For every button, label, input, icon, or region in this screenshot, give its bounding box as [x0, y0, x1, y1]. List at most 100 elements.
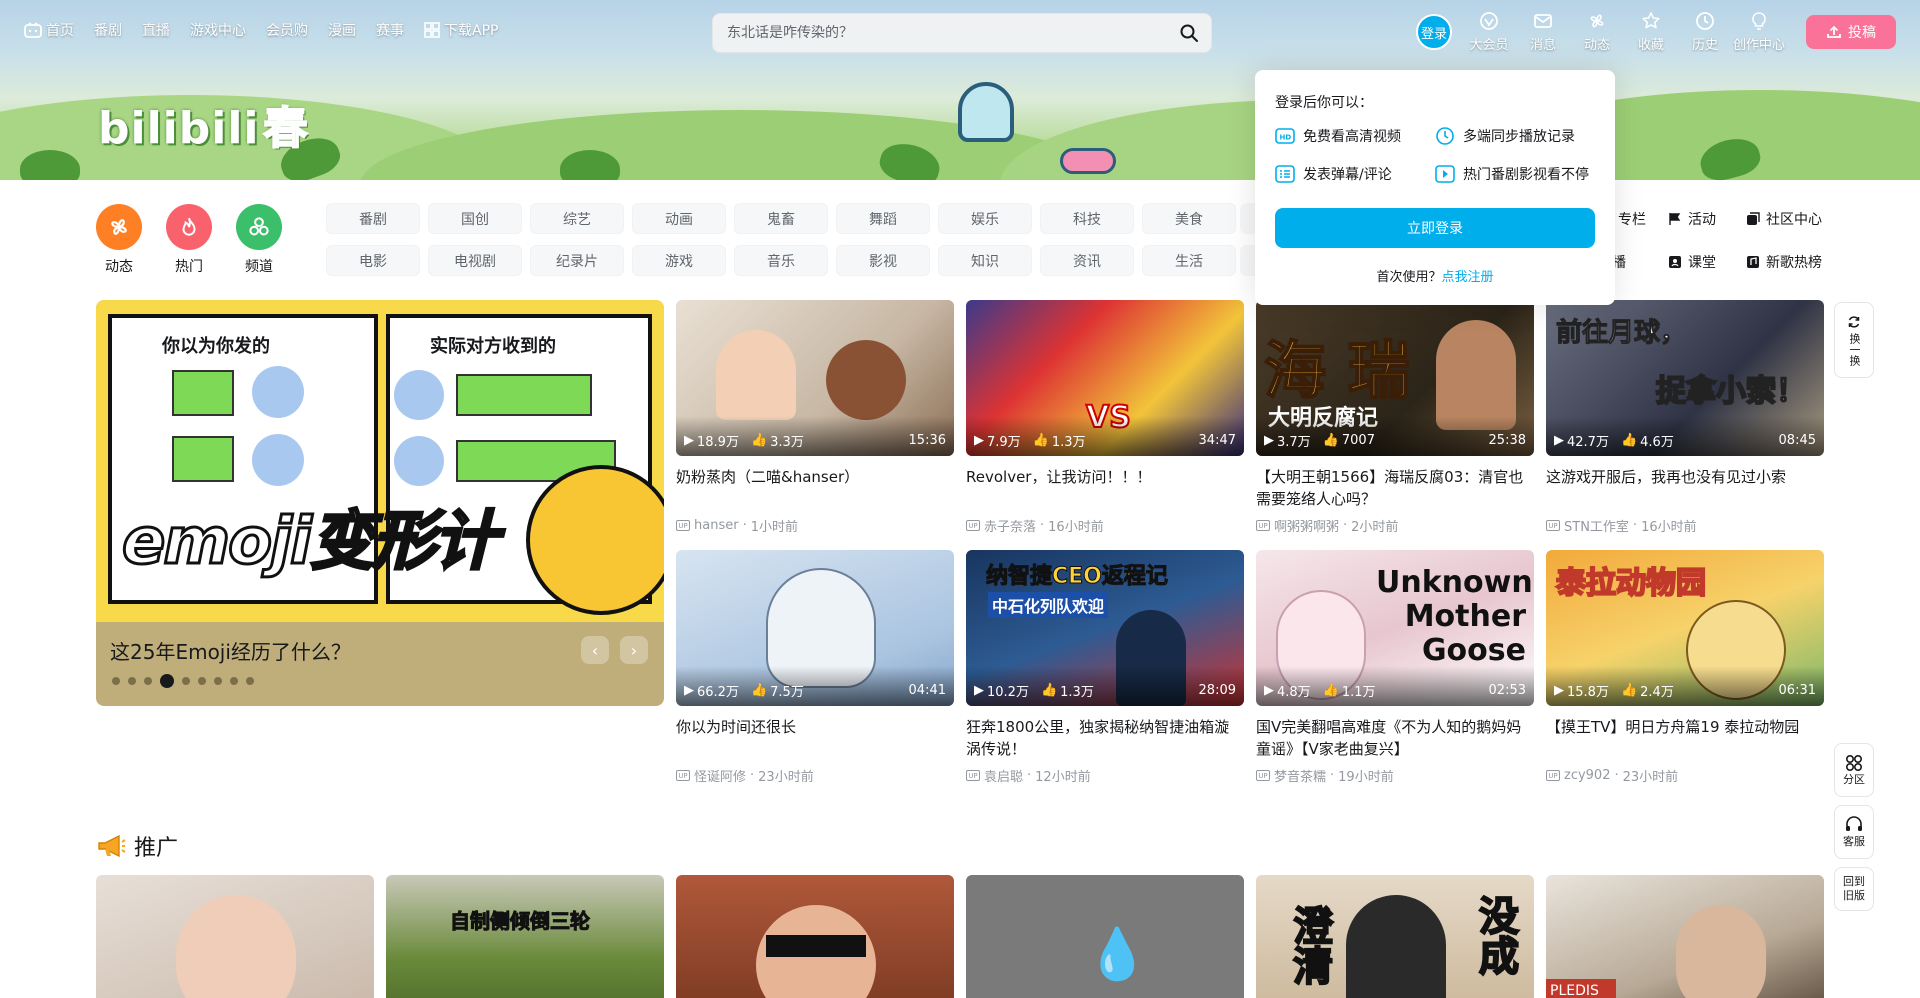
- carousel-dot[interactable]: [246, 677, 254, 685]
- tag-entertainment[interactable]: 娱乐: [938, 203, 1032, 234]
- video-card[interactable]: VS ▶7.9万 👍1.3万 34:47 Revolver，让我访问！！！ UP…: [966, 300, 1244, 535]
- promo-card[interactable]: 澄清 没成: [1256, 875, 1534, 998]
- video-title[interactable]: Revolver，让我访问！！！: [966, 466, 1244, 510]
- video-meta[interactable]: UP STN工作室 · 16小时前: [1546, 516, 1824, 535]
- video-thumbnail[interactable]: Unknown Mother Goose ▶ 4.8万 👍 1.1万 02:53: [1256, 550, 1534, 706]
- video-meta[interactable]: UP 梦音茶糯 · 19小时前: [1256, 766, 1534, 785]
- tag-variety[interactable]: 综艺: [530, 203, 624, 234]
- nav-match[interactable]: 赛事: [376, 20, 404, 40]
- register-link[interactable]: 点我注册: [1442, 270, 1494, 285]
- link-community[interactable]: 社区中心: [1746, 209, 1822, 229]
- popover-login-button[interactable]: 立即登录: [1275, 208, 1595, 248]
- tag-film[interactable]: 影视: [836, 245, 930, 276]
- video-thumbnail[interactable]: 泰拉动物园 ▶ 15.8万 👍 2.4万 06:31: [1546, 550, 1824, 706]
- nav-manga[interactable]: 漫画: [328, 20, 356, 40]
- video-title[interactable]: 奶粉蒸肉（二喵&hanser）: [676, 466, 954, 510]
- video-meta[interactable]: UP zcy902 · 23小时前: [1546, 766, 1824, 785]
- tag-knowledge[interactable]: 知识: [938, 245, 1032, 276]
- video-meta[interactable]: UP 怪诞阿修 · 23小时前: [676, 766, 954, 785]
- link-classroom[interactable]: 课堂: [1668, 252, 1716, 272]
- promo-card[interactable]: 自制侧倾倒三轮: [386, 875, 664, 998]
- customer-service-button[interactable]: 客服: [1834, 805, 1874, 859]
- carousel-dot[interactable]: [182, 677, 190, 685]
- carousel-title[interactable]: 这25年Emoji经历了什么？: [110, 636, 351, 665]
- video-title[interactable]: 国V完美翻唱高难度《不为人知的鹅妈妈童谣》【V家老曲复兴】: [1256, 716, 1534, 760]
- tag-animation[interactable]: 动画: [632, 203, 726, 234]
- refresh-button[interactable]: 换一换: [1834, 302, 1874, 378]
- video-thumbnail[interactable]: 前往月球， 捉拿小索！ ▶ 42.7万 👍 4.6万 08:45: [1546, 300, 1824, 456]
- video-thumbnail[interactable]: 海 瑞 大明反腐记 ▶3.7万 👍7007 25:38: [1256, 300, 1534, 456]
- tag-game[interactable]: 游戏: [632, 245, 726, 276]
- video-meta[interactable]: UP 袁启聪 · 12小时前: [966, 766, 1244, 785]
- tag-news[interactable]: 资讯: [1040, 245, 1134, 276]
- tag-music[interactable]: 音乐: [734, 245, 828, 276]
- channel-hot[interactable]: 热门: [166, 204, 212, 276]
- video-title[interactable]: 狂奔1800公里，独家揭秘纳智捷油箱漩涡传说！: [966, 716, 1244, 760]
- upload-button[interactable]: 投稿: [1806, 15, 1896, 49]
- video-card[interactable]: ▶ 18.9万 👍 3.3万 15:36 奶粉蒸肉（二喵&hanser） UP ha…: [676, 300, 954, 535]
- video-thumbnail[interactable]: VS ▶7.9万 👍1.3万 34:47: [966, 300, 1244, 456]
- zone-button[interactable]: 分区: [1834, 743, 1874, 797]
- channel-dynamic[interactable]: 动态: [96, 204, 142, 276]
- carousel-next-button[interactable]: ›: [620, 636, 648, 664]
- carousel-dot-active[interactable]: [160, 674, 174, 688]
- tag-dance[interactable]: 舞蹈: [836, 203, 930, 234]
- video-meta[interactable]: UP 赤子奈落 · 16小时前: [966, 516, 1244, 535]
- carousel-dot[interactable]: [112, 677, 120, 685]
- carousel-prev-button[interactable]: ‹: [581, 636, 609, 664]
- nav-messages[interactable]: 消息: [1516, 10, 1570, 53]
- tag-documentary[interactable]: 纪录片: [530, 245, 624, 276]
- video-card[interactable]: 泰拉动物园 ▶ 15.8万 👍 2.4万 06:31 【摸王TV】明日方舟篇19 泰…: [1546, 550, 1824, 785]
- video-thumbnail[interactable]: 纳智捷CEO返程记 中石化列队欢迎 ▶ 10.2万 👍 1.3万 28:09: [966, 550, 1244, 706]
- carousel-dot[interactable]: [144, 677, 152, 685]
- nav-vip[interactable]: 大会员: [1462, 10, 1516, 53]
- video-card[interactable]: ▶ 66.2万 👍 7.5万 04:41 你以为时间还很长 UP 怪诞阿修 · 23小时…: [676, 550, 954, 785]
- video-card[interactable]: 纳智捷CEO返程记 中石化列队欢迎 ▶ 10.2万 👍 1.3万 28:09 狂奔1…: [966, 550, 1244, 785]
- video-meta[interactable]: UP 啊粥粥啊粥 · 2小时前: [1256, 516, 1534, 535]
- search-icon[interactable]: [1179, 23, 1199, 43]
- carousel-dot[interactable]: [128, 677, 136, 685]
- nav-bangumi[interactable]: 番剧: [94, 20, 122, 40]
- carousel-dot[interactable]: [198, 677, 206, 685]
- tag-guochuang[interactable]: 国创: [428, 203, 522, 234]
- tag-life[interactable]: 生活: [1142, 245, 1236, 276]
- video-card[interactable]: 海 瑞 大明反腐记 ▶3.7万 👍7007 25:38 【大明王朝1566】海瑞…: [1256, 300, 1534, 535]
- carousel-dot[interactable]: [230, 677, 238, 685]
- tag-tech[interactable]: 科技: [1040, 203, 1134, 234]
- carousel-dot[interactable]: [214, 677, 222, 685]
- video-title[interactable]: 【大明王朝1566】海瑞反腐03：清官也需要笼络人心吗？: [1256, 466, 1534, 510]
- search-input[interactable]: [727, 25, 1179, 41]
- video-thumbnail[interactable]: ▶ 66.2万 👍 7.5万 04:41: [676, 550, 954, 706]
- nav-home[interactable]: 首页: [24, 20, 74, 40]
- tag-bangumi[interactable]: 番剧: [326, 203, 420, 234]
- nav-live[interactable]: 直播: [142, 20, 170, 40]
- nav-creator-center[interactable]: 创作中心: [1732, 10, 1786, 53]
- promo-card[interactable]: 💧: [966, 875, 1244, 998]
- nav-dynamic[interactable]: 动态: [1570, 10, 1624, 53]
- nav-download-app[interactable]: 下载APP: [424, 20, 498, 40]
- video-meta[interactable]: UP hanser · 1小时前: [676, 516, 954, 535]
- video-title[interactable]: 【摸王TV】明日方舟篇19 泰拉动物园: [1546, 716, 1824, 760]
- link-activity[interactable]: 活动: [1668, 209, 1716, 229]
- nav-history[interactable]: 历史: [1678, 10, 1732, 53]
- tag-movie[interactable]: 电影: [326, 245, 420, 276]
- channel-channels[interactable]: 频道: [236, 204, 282, 276]
- link-new-songs[interactable]: 新歌热榜: [1746, 252, 1822, 272]
- featured-carousel[interactable]: 你以为你发的 实际对方收到的 emoji变形计 这25年Emoji经历了什么？: [96, 300, 664, 706]
- nav-game-center[interactable]: 游戏中心: [190, 20, 246, 40]
- tag-kichiku[interactable]: 鬼畜: [734, 203, 828, 234]
- nav-mall[interactable]: 会员购: [266, 20, 308, 40]
- promo-card[interactable]: [676, 875, 954, 998]
- video-title[interactable]: 这游戏开服后，我再也没有见过小索: [1546, 466, 1824, 510]
- promo-card[interactable]: [96, 875, 374, 998]
- tag-tv-drama[interactable]: 电视剧: [428, 245, 522, 276]
- old-version-button[interactable]: 回到旧版: [1834, 867, 1874, 911]
- video-card[interactable]: 前往月球， 捉拿小索！ ▶ 42.7万 👍 4.6万 08:45 这游戏开服后，我再…: [1546, 300, 1824, 535]
- nav-favorites[interactable]: 收藏: [1624, 10, 1678, 53]
- video-thumbnail[interactable]: ▶ 18.9万 👍 3.3万 15:36: [676, 300, 954, 456]
- promo-card[interactable]: PLEDIS: [1546, 875, 1824, 998]
- tag-food[interactable]: 美食: [1142, 203, 1236, 234]
- video-title[interactable]: 你以为时间还很长: [676, 716, 954, 760]
- login-avatar-button[interactable]: 登录: [1416, 14, 1452, 50]
- bilibili-logo[interactable]: bilibili春: [98, 92, 308, 156]
